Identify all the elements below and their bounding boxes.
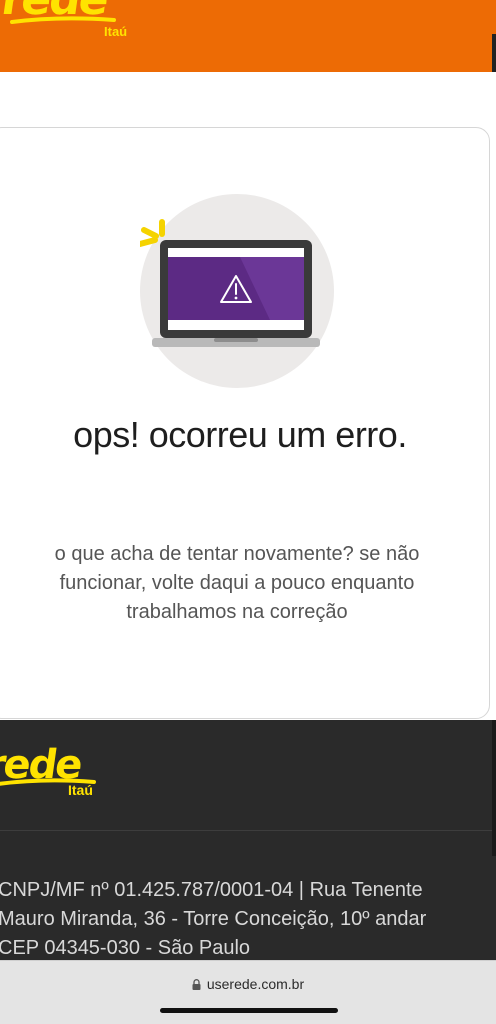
address-line-1: CNPJ/MF nº 01.425.787/0001-04 | Rua Tene…: [0, 879, 423, 901]
error-message: o que acha de tentar novamente? se não f…: [54, 543, 420, 623]
url-text: userede.com.br: [206, 976, 305, 992]
footer-logo-itau-label: Itaú: [68, 782, 93, 798]
top-header: rede Itaú: [0, 0, 496, 72]
footer-divider: [0, 830, 496, 831]
footer: rede Itaú CNPJ/MF nº 01.425.787/0001-04 …: [0, 720, 496, 960]
url-display[interactable]: userede.com.br: [0, 976, 496, 992]
browser-address-bar[interactable]: userede.com.br: [0, 960, 496, 1024]
laptop-warning-icon: [140, 194, 340, 390]
scrollbar[interactable]: [492, 34, 496, 72]
lock-icon: [192, 979, 201, 990]
home-indicator[interactable]: [160, 1008, 338, 1013]
address-line-3: CEP 04345-030 - São Paulo: [0, 937, 251, 959]
footer-rede-logo[interactable]: rede Itaú: [0, 742, 116, 812]
address-line-2: Mauro Miranda, 36 - Torre Conceição, 10º…: [0, 908, 427, 930]
laptop-illustration: [140, 219, 320, 347]
error-title: ops! ocorreu um erro.: [73, 414, 407, 455]
footer-scrollbar[interactable]: [492, 720, 496, 856]
logo-itau-label: Itaú: [104, 24, 128, 39]
logo-swoosh-icon: [10, 16, 116, 24]
rede-logo[interactable]: rede Itaú: [0, 0, 130, 48]
footer-company-address: CNPJ/MF nº 01.425.787/0001-04 | Rua Tene…: [0, 876, 496, 963]
